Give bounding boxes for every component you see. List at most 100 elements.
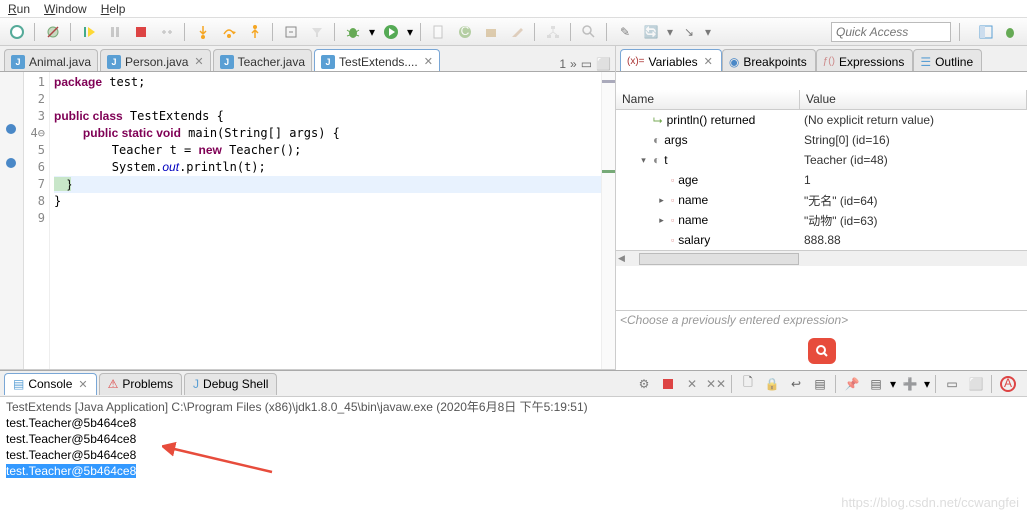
overview-ruler[interactable] bbox=[601, 72, 615, 369]
drop-frame-icon[interactable] bbox=[280, 21, 302, 43]
close-icon[interactable]: ✕ bbox=[78, 378, 87, 391]
new-console-icon[interactable]: ➕ bbox=[899, 373, 921, 395]
menu-window[interactable]: Window bbox=[44, 2, 87, 16]
tab-testextends[interactable]: JTestExtends....✕ bbox=[314, 49, 440, 71]
display-icon[interactable]: ▤ bbox=[865, 373, 887, 395]
open-perspective-icon[interactable] bbox=[975, 21, 997, 43]
step-filters-icon[interactable] bbox=[306, 21, 328, 43]
tab-debugshell[interactable]: JDebug Shell bbox=[184, 373, 277, 395]
minimize-icon[interactable]: ▭ bbox=[581, 57, 592, 71]
console-output[interactable]: TestExtends [Java Application] C:\Progra… bbox=[0, 397, 1027, 481]
expander-icon[interactable]: ▸ bbox=[656, 215, 667, 226]
tab-overflow-count[interactable]: 1 bbox=[559, 57, 566, 71]
class-icon[interactable]: C bbox=[454, 21, 476, 43]
breakpoint-marker-icon[interactable] bbox=[6, 158, 16, 168]
new-icon[interactable] bbox=[428, 21, 450, 43]
tab-variables[interactable]: (x)=Variables✕ bbox=[620, 49, 722, 71]
code-editor[interactable]: package test; public class TestExtends {… bbox=[50, 72, 601, 369]
maximize-icon[interactable]: ⬜ bbox=[596, 57, 611, 71]
maximize-icon[interactable]: ⬜ bbox=[965, 373, 987, 395]
package-icon[interactable] bbox=[480, 21, 502, 43]
quick-access-input[interactable] bbox=[831, 22, 951, 42]
horizontal-scrollbar[interactable]: ◀ bbox=[616, 250, 1027, 266]
csdn-icon[interactable]: A bbox=[997, 373, 1019, 395]
annotation-next-icon[interactable]: ↘ bbox=[678, 21, 700, 43]
line-gutter[interactable]: 1 2 3 4⊖ 5 6 7 8 9 bbox=[24, 72, 50, 369]
tab-console[interactable]: ▤Console✕ bbox=[4, 373, 97, 395]
console-line: test.Teacher@5b464ce8 bbox=[6, 447, 1021, 463]
console-icon: ▤ bbox=[13, 377, 24, 391]
variable-row[interactable]: ⮡ println() returned(No explicit return … bbox=[616, 110, 1027, 130]
terminate-icon[interactable] bbox=[130, 21, 152, 43]
variable-row[interactable]: ▸▫ name"动物" (id=63) bbox=[616, 210, 1027, 230]
tab-breakpoints[interactable]: ◉Breakpoints bbox=[722, 49, 816, 71]
variable-value: 1 bbox=[800, 173, 1027, 187]
variable-row[interactable]: ▫ salary888.88 bbox=[616, 230, 1027, 250]
tool-icon[interactable]: ⚙ bbox=[633, 373, 655, 395]
pin-icon[interactable]: 📌 bbox=[841, 373, 863, 395]
variable-value: 888.88 bbox=[800, 233, 1027, 247]
suspend-icon[interactable] bbox=[104, 21, 126, 43]
tab-animal[interactable]: JAnimal.java bbox=[4, 49, 98, 71]
remove-all-icon[interactable]: ✕✕ bbox=[705, 373, 727, 395]
search-button[interactable] bbox=[808, 338, 836, 364]
variables-table: Name Value ⮡ println() returned(No expli… bbox=[616, 90, 1027, 310]
menu-run[interactable]: Run bbox=[8, 2, 30, 16]
tab-problems[interactable]: ⚠Problems bbox=[99, 373, 182, 395]
show-icon[interactable]: ▤ bbox=[809, 373, 831, 395]
disconnect-icon[interactable] bbox=[156, 21, 178, 43]
close-icon[interactable]: ✕ bbox=[424, 55, 433, 68]
breakpoint-marker-icon[interactable] bbox=[6, 124, 16, 134]
expander-icon[interactable]: ▸ bbox=[656, 195, 667, 206]
step-over-icon[interactable] bbox=[218, 21, 240, 43]
outline-icon: ☰ bbox=[920, 55, 931, 69]
close-icon[interactable]: ✕ bbox=[704, 55, 713, 68]
toggle-mark-icon[interactable]: ✎ bbox=[614, 21, 636, 43]
column-name[interactable]: Name bbox=[616, 90, 800, 109]
run-dropdown-icon[interactable]: ▾ bbox=[406, 25, 414, 39]
search-icon[interactable] bbox=[578, 21, 600, 43]
tab-person[interactable]: JPerson.java✕ bbox=[100, 49, 211, 71]
clear-icon[interactable]: 🗋 bbox=[737, 373, 759, 395]
variable-row[interactable]: ▫ age1 bbox=[616, 170, 1027, 190]
tab-outline[interactable]: ☰Outline bbox=[913, 49, 982, 71]
debug-perspective-icon[interactable] bbox=[999, 21, 1021, 43]
expander-icon[interactable] bbox=[656, 175, 667, 186]
edit-icon[interactable] bbox=[506, 21, 528, 43]
step-into-icon[interactable] bbox=[192, 21, 214, 43]
debug-dropdown-icon[interactable]: ▾ bbox=[368, 25, 376, 39]
skip-breakpoints-icon[interactable] bbox=[42, 21, 64, 43]
expander-icon[interactable] bbox=[638, 135, 649, 146]
step-return-icon[interactable] bbox=[244, 21, 266, 43]
expression-input[interactable]: <Choose a previously entered expression> bbox=[616, 310, 1027, 332]
type-hierarchy-icon[interactable] bbox=[542, 21, 564, 43]
annotation-prev-icon[interactable]: 🔄 bbox=[640, 21, 662, 43]
remove-icon[interactable]: ✕ bbox=[681, 373, 703, 395]
variable-row[interactable]: ◐ argsString[0] (id=16) bbox=[616, 130, 1027, 150]
variable-name: age bbox=[678, 173, 698, 187]
terminate-console-icon[interactable] bbox=[657, 373, 679, 395]
tab-expressions[interactable]: ƒ()Expressions bbox=[816, 49, 914, 71]
scroll-lock-icon[interactable]: 🔒 bbox=[761, 373, 783, 395]
debug-icon[interactable] bbox=[342, 21, 364, 43]
tab-teacher[interactable]: JTeacher.java bbox=[213, 49, 312, 71]
java-icon: J bbox=[321, 55, 335, 69]
chevron-icon[interactable]: » bbox=[570, 57, 577, 71]
variable-row[interactable]: ▸▫ name"无名" (id=64) bbox=[616, 190, 1027, 210]
debug-reuse-icon[interactable] bbox=[6, 21, 28, 43]
word-wrap-icon[interactable]: ↩ bbox=[785, 373, 807, 395]
expander-icon[interactable] bbox=[638, 115, 649, 126]
menu-help[interactable]: Help bbox=[101, 2, 126, 16]
column-value[interactable]: Value bbox=[800, 90, 1027, 109]
variable-value: "动物" (id=63) bbox=[800, 212, 1027, 229]
resume-icon[interactable] bbox=[78, 21, 100, 43]
view-tabs: (x)=Variables✕ ◉Breakpoints ƒ()Expressio… bbox=[616, 46, 1027, 72]
expander-icon[interactable] bbox=[656, 235, 667, 246]
java-icon: J bbox=[107, 55, 121, 69]
close-icon[interactable]: ✕ bbox=[194, 55, 203, 68]
variable-row[interactable]: ▾◐ tTeacher (id=48) bbox=[616, 150, 1027, 170]
minimize-icon[interactable]: ▭ bbox=[941, 373, 963, 395]
expander-icon[interactable]: ▾ bbox=[638, 155, 649, 166]
run-icon[interactable] bbox=[380, 21, 402, 43]
java-icon: J bbox=[220, 55, 234, 69]
